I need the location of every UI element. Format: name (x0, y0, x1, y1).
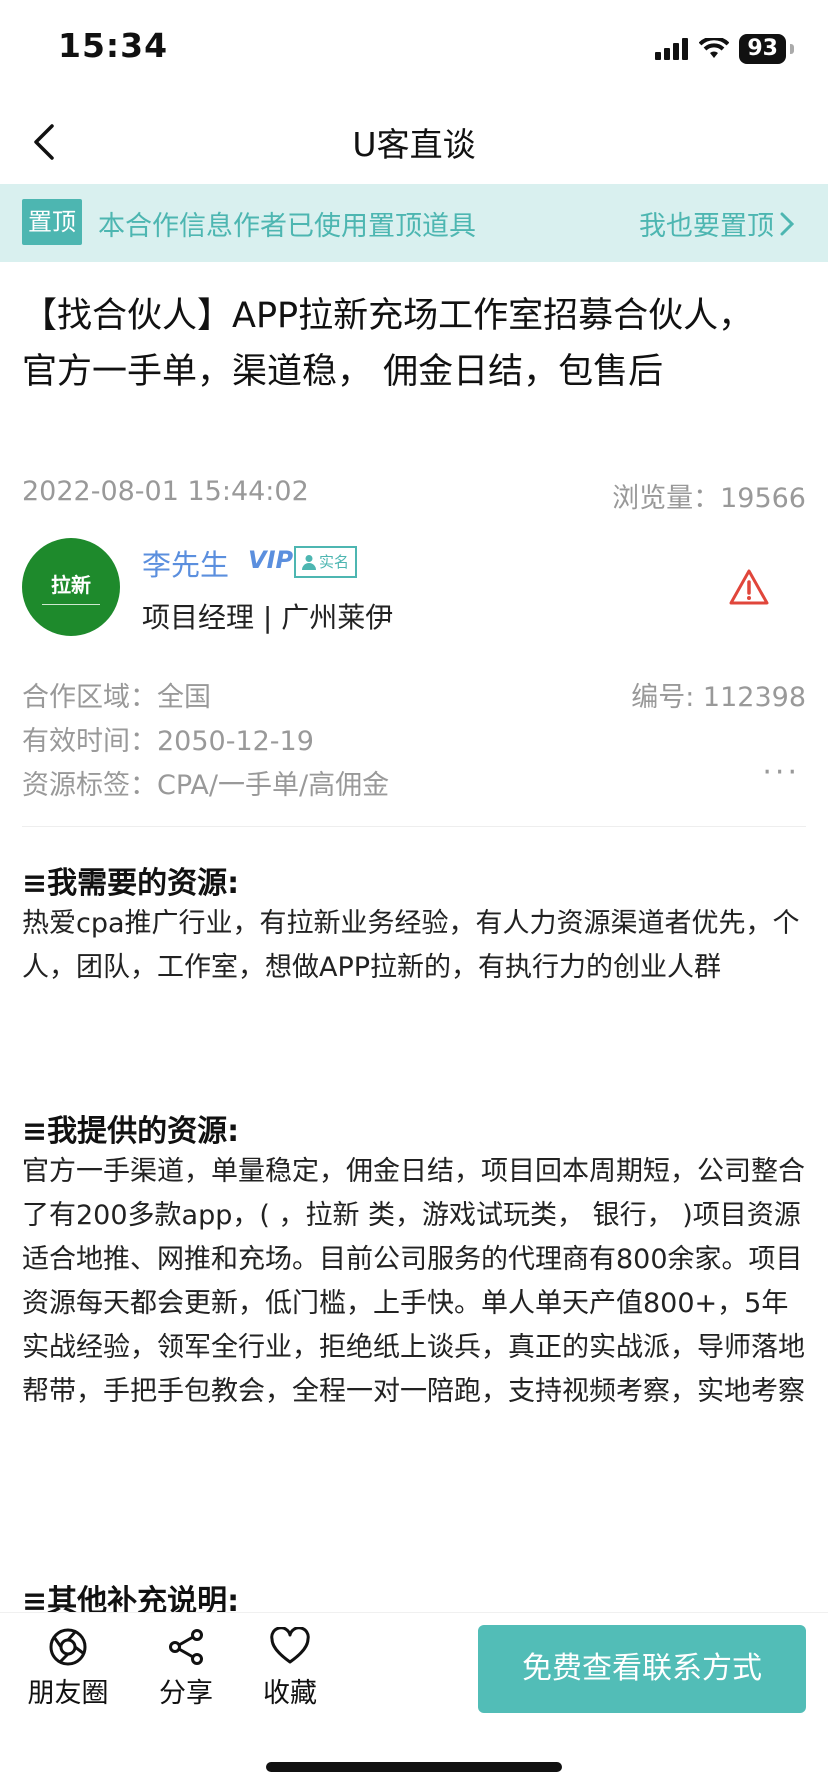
avatar-underline (42, 604, 100, 605)
view-count: 浏览量：19566 (612, 476, 806, 515)
pin-link-label: 我也要置顶 (639, 211, 774, 242)
offer-section-body: 官方一手渠道，单量稳定，佣金日结，项目回本周期短，公司整合了有200多款app，… (22, 1156, 805, 1407)
post-id-value: 112398 (702, 682, 806, 713)
wifi-icon (699, 38, 730, 58)
battery-tip (790, 44, 794, 54)
battery-icon: 93 (739, 34, 786, 64)
view-count-label: 浏览量： (612, 483, 721, 514)
author-card[interactable]: 拉新 李先生 VIP 实名 项目经理 | 广州莱伊 (22, 538, 806, 638)
valid-label: 有效时间： (22, 726, 157, 757)
favorite-label: 收藏 (263, 1678, 317, 1709)
more-icon[interactable]: ··· (762, 755, 800, 790)
favorite-button[interactable]: 收藏 (260, 1627, 320, 1710)
info-tags-row: 资源标签：CPA/一手单/高佣金 ··· (22, 755, 806, 802)
home-indicator (266, 1762, 562, 1772)
post-id: 编号: 112398 (631, 675, 806, 714)
page-title: U客直谈 (352, 125, 476, 164)
moments-icon (49, 1628, 87, 1666)
tags-label: 资源标签： (22, 770, 157, 801)
info-region-row: 合作区域：全国 编号: 112398 (22, 675, 806, 714)
region-value: 全国 (157, 682, 211, 713)
need-section-title: ≡我需要的资源: (22, 866, 240, 901)
offer-section-title: ≡我提供的资源: (22, 1114, 240, 1149)
need-section-body: 热爱cpa推广行业，有拉新业务经验，有人力资源渠道者优先，个人，团队，工作室，想… (22, 908, 800, 983)
divider (22, 826, 806, 827)
heart-icon (270, 1627, 310, 1664)
pin-banner: 置顶 本合作信息作者已使用置顶道具 我也要置顶 (0, 184, 828, 262)
view-contact-button[interactable]: 免费查看联系方式 (478, 1625, 806, 1713)
status-icons: 93 (655, 34, 794, 64)
share-icon (169, 1629, 203, 1665)
person-icon (302, 555, 316, 570)
author-role: 项目经理 | 广州莱伊 (142, 601, 394, 634)
status-bar: 15:34 93 (0, 0, 828, 100)
tags-value: CPA/一手单/高佣金 (157, 770, 390, 801)
moments-label: 朋友圈 (27, 1678, 109, 1709)
bottom-bar: 朋友圈 分享 收藏 免费查看联系方式 (0, 1612, 828, 1733)
verified-label: 实名 (319, 553, 350, 571)
avatar-text: 拉新 (51, 573, 91, 597)
view-count-value: 19566 (720, 483, 806, 514)
author-name[interactable]: 李先生 (142, 542, 229, 584)
verified-badge: 实名 (294, 546, 358, 578)
warning-icon[interactable] (728, 568, 770, 606)
meta-row: 2022-08-01 15:44:02 浏览量：19566 (22, 476, 806, 514)
status-time: 15:34 (58, 26, 169, 65)
post-date: 2022-08-01 15:44:02 (22, 476, 309, 507)
vip-badge: VIP (248, 546, 294, 574)
signal-icon (655, 38, 689, 60)
share-label: 分享 (159, 1678, 213, 1709)
valid-value: 2050-12-19 (157, 726, 314, 757)
share-button[interactable]: 分享 (156, 1627, 216, 1710)
pin-link[interactable]: 我也要置顶 (639, 204, 794, 243)
pin-tag: 置顶 (22, 199, 82, 245)
post-title: 【找合伙人】APP拉新充场工作室招募合伙人，官方一手单，渠道稳， 佣金日结，包售… (22, 296, 754, 392)
info-valid-row: 有效时间：2050-12-19 (22, 719, 806, 758)
region-label: 合作区域： (22, 682, 157, 713)
moments-button[interactable]: 朋友圈 (22, 1627, 114, 1710)
pin-text: 本合作信息作者已使用置顶道具 (98, 211, 476, 242)
nav-bar: U客直谈 (0, 100, 828, 184)
chevron-right-icon (780, 212, 794, 235)
post-id-label: 编号: (631, 682, 703, 713)
avatar[interactable]: 拉新 (22, 538, 120, 636)
